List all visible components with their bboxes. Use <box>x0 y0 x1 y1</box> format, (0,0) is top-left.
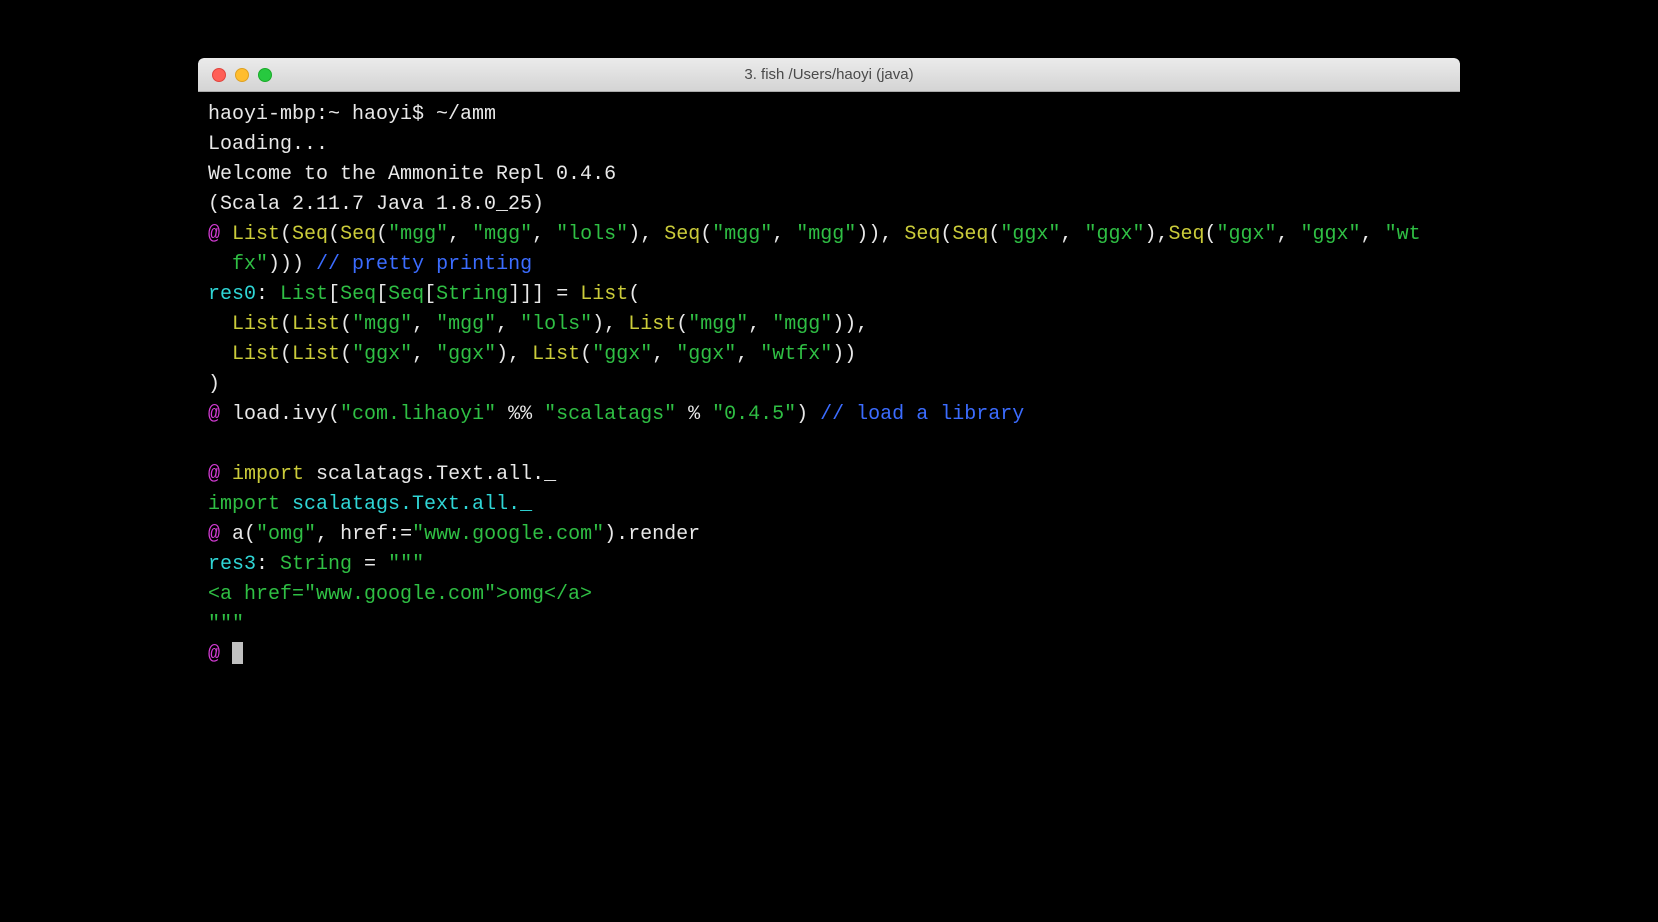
res0-line-type: res0: List[Seq[Seq[String]]] = List( <box>208 283 640 306</box>
repl-input-3: @ import scalatags.Text.all._ <box>208 463 556 486</box>
res0-row-2: List(List("ggx", "ggx"), List("ggx", "gg… <box>208 343 856 366</box>
repl-at-prompt: @ <box>208 523 232 546</box>
repl-prompt-current[interactable]: @ <box>208 643 243 666</box>
traffic-lights <box>198 68 272 82</box>
repl-at-prompt: @ <box>208 223 232 246</box>
import-echo: import scalatags.Text.all._ <box>208 493 532 516</box>
minimize-window-button[interactable] <box>235 68 249 82</box>
close-window-button[interactable] <box>212 68 226 82</box>
terminal-window: 3. fish /Users/haoyi (java) haoyi-mbp:~ … <box>198 58 1460 832</box>
welcome-line-1: Welcome to the Ammonite Repl 0.4.6 <box>208 163 616 186</box>
repl-at-prompt: @ <box>208 643 232 666</box>
window-titlebar: 3. fish /Users/haoyi (java) <box>198 58 1460 92</box>
res3-header: res3: String = """ <box>208 553 424 576</box>
repl-at-prompt: @ <box>208 403 232 426</box>
repl-input-2: @ load.ivy("com.lihaoyi" %% "scalatags" … <box>208 403 1024 426</box>
shell-prompt-line: haoyi-mbp:~ haoyi$ ~/amm <box>208 103 496 126</box>
window-title: 3. fish /Users/haoyi (java) <box>198 66 1460 83</box>
repl-input-1: @ List(Seq(Seq("mgg", "mgg", "lols"), Se… <box>208 223 1421 276</box>
res0-row-1: List(List("mgg", "mgg", "lols"), List("m… <box>208 313 868 336</box>
maximize-window-button[interactable] <box>258 68 272 82</box>
repl-input-4: @ a("omg", href:="www.google.com").rende… <box>208 523 700 546</box>
blank-line <box>208 433 220 456</box>
res0-close: ) <box>208 373 220 396</box>
repl-at-prompt: @ <box>208 463 232 486</box>
welcome-line-2: (Scala 2.11.7 Java 1.8.0_25) <box>208 193 544 216</box>
cursor-icon <box>232 642 243 664</box>
loading-line: Loading... <box>208 133 328 156</box>
terminal-output[interactable]: haoyi-mbp:~ haoyi$ ~/amm Loading... Welc… <box>198 92 1460 832</box>
res3-html: <a href="www.google.com">omg</a> <box>208 583 592 606</box>
res3-close-quotes: """ <box>208 613 244 636</box>
